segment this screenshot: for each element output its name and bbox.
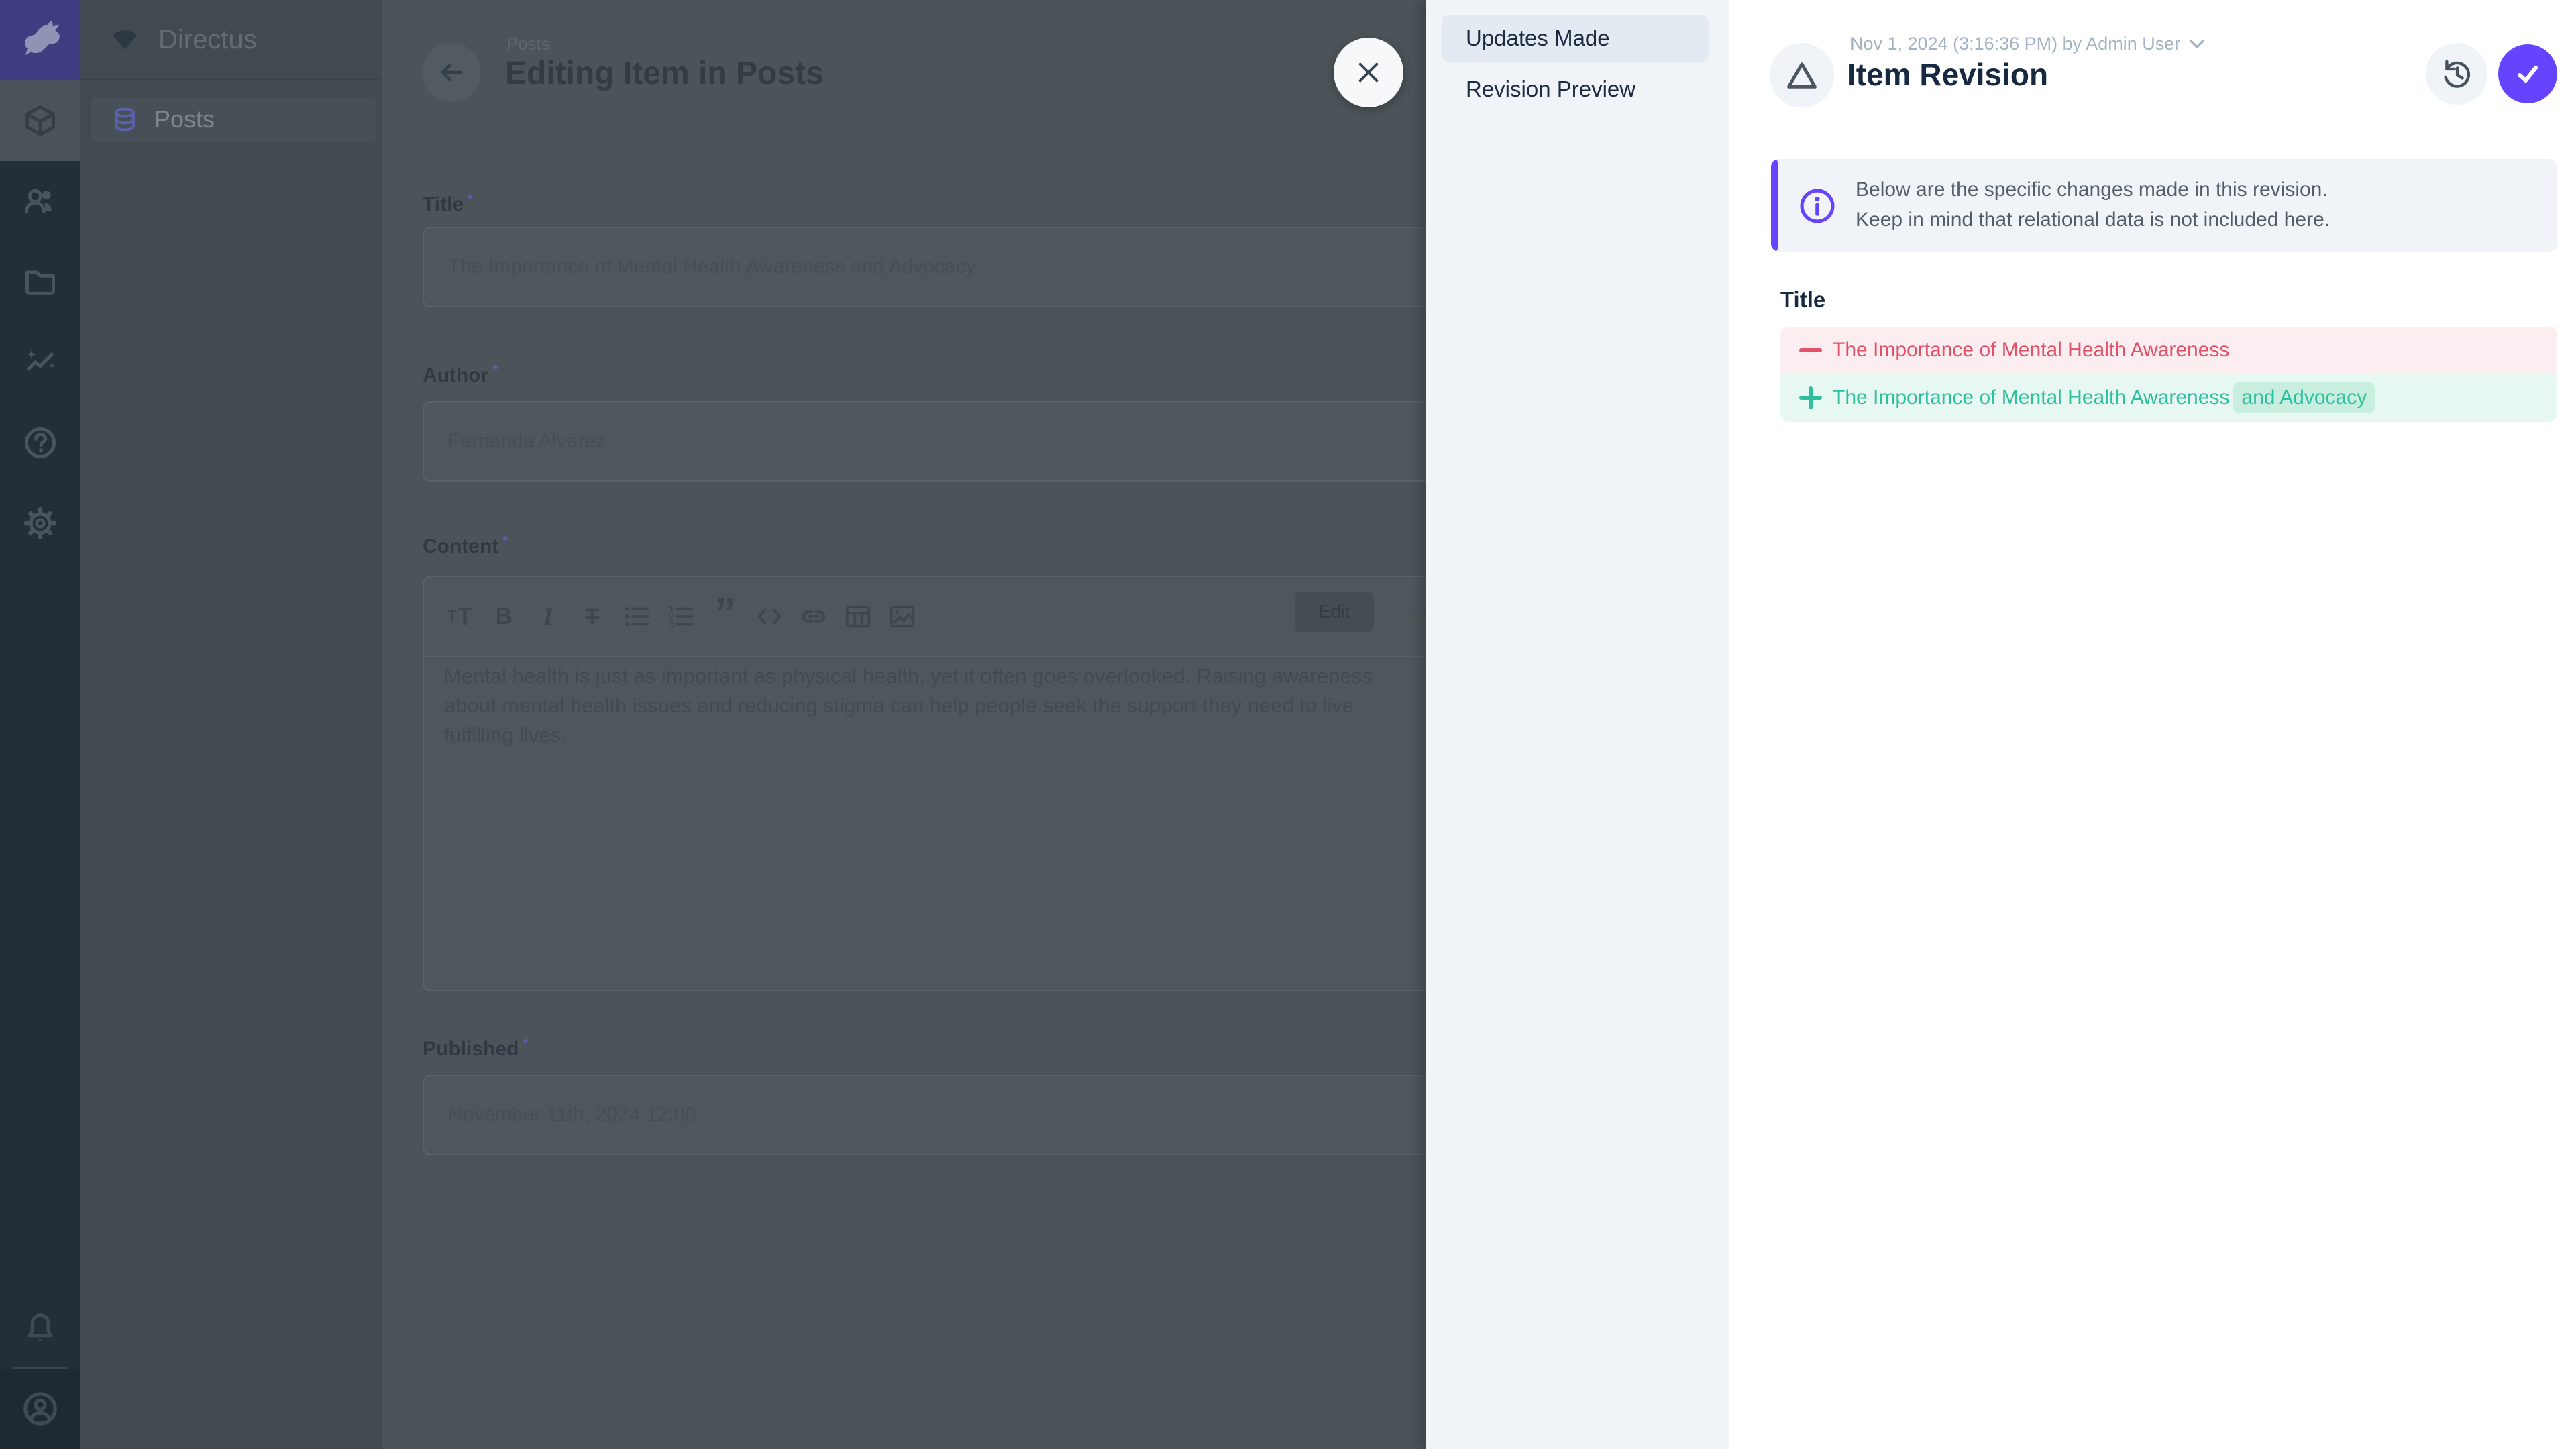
markdown-editor: TT B I T 123 ” [423,576,1449,991]
image-icon[interactable] [887,600,918,633]
italic-icon[interactable]: I [533,600,564,633]
published-field-label: Published* [423,1036,528,1061]
notifications-button[interactable] [0,1287,80,1368]
user-circle-icon [21,1390,59,1428]
check-icon [2512,58,2544,90]
settings-icon [23,506,58,541]
notice-accent-bar [1771,159,1778,252]
blockquote-icon[interactable]: ” [710,600,741,633]
sidebar-item-label: Posts [154,105,215,133]
module-bar [0,0,80,1449]
minus-icon [1799,339,1822,362]
module-content[interactable] [0,80,80,161]
diff-removed-text: The Importance of Mental Health Awarenes… [1833,339,2229,362]
bold-icon[interactable]: B [488,600,519,633]
strikethrough-icon[interactable]: T [577,600,608,633]
breadcrumb[interactable]: Posts [506,34,550,54]
project-header[interactable]: Directus [80,0,382,80]
drawer-tab-revision-preview[interactable]: Revision Preview [1442,66,1709,113]
app-screen: Directus Posts Posts Editing Item in Pos… [0,0,2576,1449]
module-files[interactable] [0,241,80,322]
revision-meta[interactable]: Nov 1, 2024 (3:16:36 PM) by Admin User [1850,34,2204,54]
editor-mode-edit-button[interactable]: Edit [1295,592,1374,632]
help-icon [23,425,58,460]
bell-icon [23,1310,58,1345]
drawer-nav: Updates Made Revision Preview [1426,0,1729,1449]
diff-field-label: Title [1780,287,1825,313]
module-help[interactable] [0,402,80,483]
info-notice: Below are the specific changes made in t… [1771,159,2557,252]
author-input[interactable] [423,401,1449,482]
diff-removed-row: The Importance of Mental Health Awarenes… [1780,327,2557,374]
rabbit-logo-icon [15,15,66,66]
required-mark: * [523,1036,528,1051]
author-field-label: Author* [423,363,498,387]
insights-icon [23,345,58,380]
required-mark: * [492,363,498,378]
code-icon[interactable] [754,600,785,633]
drawer-tab-updates-made[interactable]: Updates Made [1442,15,1709,62]
module-users[interactable] [0,161,80,241]
drawer-close-button[interactable] [1334,38,1403,107]
info-icon [1798,186,1837,225]
folder-icon [23,264,58,299]
nav-panel: Directus Posts [80,0,382,1449]
drawer-content: Nov 1, 2024 (3:16:36 PM) by Admin User I… [1729,0,2576,1449]
back-button[interactable] [422,43,481,102]
main-content: Posts Editing Item in Posts Title* Autho… [382,0,1449,1449]
drawer-title: Item Revision [1847,56,2048,93]
bullet-list-icon[interactable] [621,600,652,633]
box-icon [23,103,58,138]
confirm-button[interactable] [2498,44,2557,103]
diff-added-row: The Importance of Mental Health Awarenes… [1780,374,2557,422]
module-insights[interactable] [0,322,80,402]
svg-text:3: 3 [669,620,674,629]
table-icon[interactable] [843,600,873,633]
content-editor-body[interactable]: Mental health is just as important as ph… [444,661,1410,750]
revision-drawer: Updates Made Revision Preview Nov 1, 202… [1426,0,2576,1449]
plus-icon [1799,386,1822,409]
sidebar-item-posts[interactable]: Posts [91,97,376,142]
page-title: Editing Item in Posts [505,55,824,92]
required-mark: * [468,192,473,207]
history-icon [2439,56,2474,91]
people-icon [23,184,58,219]
revert-button[interactable] [2426,43,2487,105]
project-name: Directus [158,25,257,55]
title-field-label: Title* [423,192,473,216]
revision-type-button[interactable] [1770,43,1834,107]
heading-icon[interactable]: TT [444,600,475,633]
published-input[interactable] [423,1075,1449,1155]
user-menu-button[interactable] [0,1368,80,1449]
editor-toolbar: TT B I T 123 ” [424,577,1448,657]
module-settings[interactable] [0,483,80,564]
close-icon [1354,58,1383,87]
arrow-left-icon [435,56,468,89]
link-icon[interactable] [798,600,829,633]
required-mark: * [502,534,508,549]
directus-logo[interactable] [0,0,80,80]
triangle-icon [1784,58,1819,93]
chevron-down-icon [2190,40,2204,49]
database-icon [110,105,140,134]
diff-added-highlight: and Advocacy [2233,382,2375,413]
content-field-label: Content* [423,534,508,558]
numbered-list-icon[interactable]: 123 [665,600,696,633]
notice-text: Below are the specific changes made in t… [1856,174,2330,235]
fan-icon [109,23,141,56]
diff-added-text: The Importance of Mental Health Awarenes… [1833,386,2375,409]
title-input[interactable] [423,227,1449,307]
